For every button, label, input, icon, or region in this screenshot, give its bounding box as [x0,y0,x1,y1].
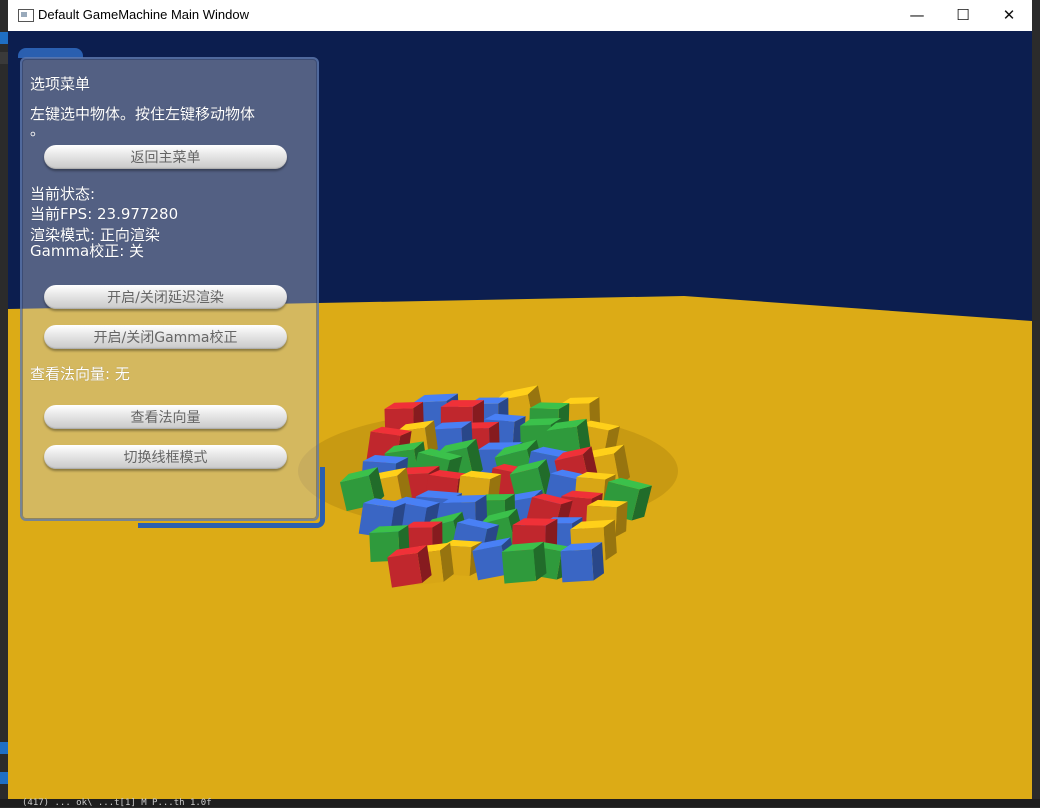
status-heading: 当前状态: [30,185,96,203]
cube-face [387,552,423,588]
window-title: Default GameMachine Main Window [38,7,249,22]
back-to-main-menu-button[interactable]: 返回主菜单 [44,145,287,169]
minimize-button[interactable]: — [894,0,940,31]
toggle-deferred-rendering-button[interactable]: 开启/关闭延迟渲染 [44,285,287,309]
menu-heading: 选项菜单 [30,75,91,93]
options-menu-panel: 选项菜单 左键选中物体。按住左键移动物体 。 返回主菜单 当前状态: 当前FPS… [20,57,319,521]
console-tab-marker [0,52,8,64]
console-status-text: (417) ... ok\ ...t[1] M P...th 1.0f [22,798,212,808]
maximize-button[interactable]: ☐ [940,0,986,31]
hint-text: 左键选中物体。按住左键移动物体 [30,105,256,123]
cube-face [501,549,537,584]
gamma-readout: Gamma校正: 关 [30,242,145,260]
hint-text-continued: 。 [30,121,46,139]
console-tab-marker [0,742,8,754]
close-button[interactable]: ✕ [986,0,1032,31]
app-window-icon [18,9,34,22]
cube [560,542,605,583]
background-console-strip [0,0,8,807]
cube [501,541,547,584]
fps-readout: 当前FPS: 23.977280 [30,205,179,223]
cube-face [472,545,508,581]
toggle-wireframe-button[interactable]: 切换线框模式 [44,445,287,469]
title-bar[interactable]: Default GameMachine Main Window — ☐ ✕ [8,0,1032,31]
console-tab-marker [0,32,8,44]
console-tab-marker [0,772,8,784]
normal-view-status: 查看法向量: 无 [30,365,130,383]
view-normals-button[interactable]: 查看法向量 [44,405,287,429]
cube-face [560,549,594,583]
game-window: Default GameMachine Main Window — ☐ ✕ 选项… [8,0,1032,807]
toggle-gamma-correction-button[interactable]: 开启/关闭Gamma校正 [44,325,287,349]
3d-viewport[interactable]: 选项菜单 左键选中物体。按住左键移动物体 。 返回主菜单 当前状态: 当前FPS… [8,31,1032,799]
